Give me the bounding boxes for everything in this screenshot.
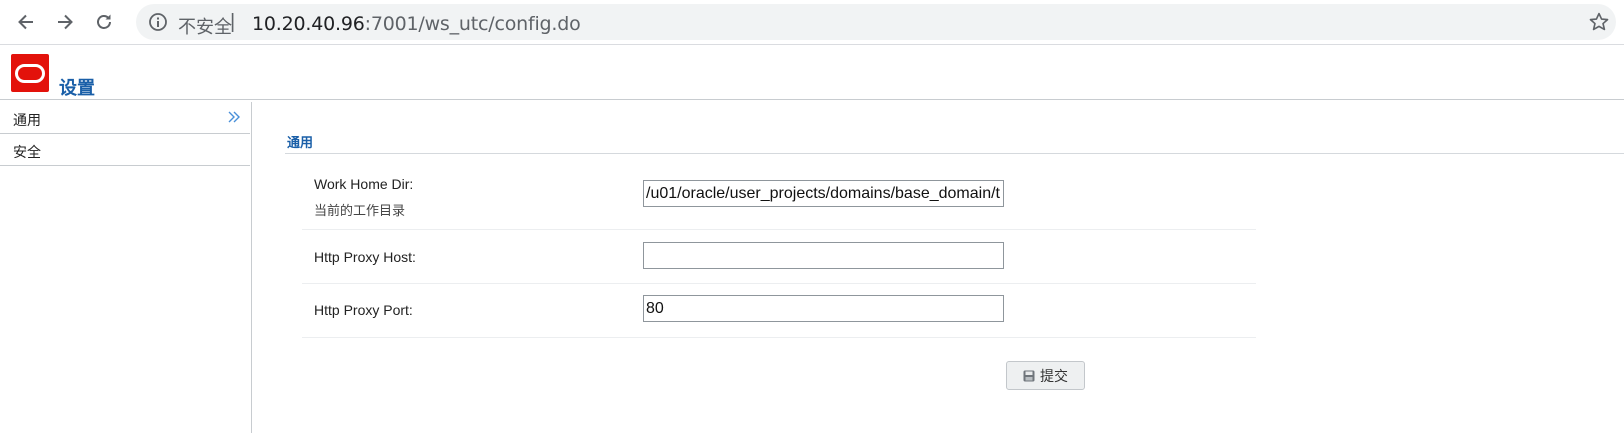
forward-arrow-icon xyxy=(58,14,73,30)
form-row-http-proxy-host: Http Proxy Host: xyxy=(302,231,1256,284)
http-proxy-port-label: Http Proxy Port: xyxy=(314,302,413,318)
double-chevron-right-icon xyxy=(228,111,240,123)
not-secure-label: 不安全 xyxy=(178,17,232,38)
url-text[interactable]: 10.20.40.96:7001/ws_utc/config.do xyxy=(252,13,581,35)
section-title: 通用 xyxy=(287,136,314,151)
info-icon[interactable] xyxy=(148,12,168,32)
submit-label: 提交 xyxy=(1040,368,1068,385)
back-arrow-icon xyxy=(18,14,33,30)
browser-toolbar: 不安全 | 10.20.40.96:7001/ws_utc/config.do xyxy=(0,0,1624,45)
url-path: :7001/ws_utc/config.do xyxy=(364,13,581,35)
reload-button[interactable] xyxy=(89,7,119,37)
form-row-work-home-dir: Work Home Dir: 当前的工作目录 xyxy=(302,167,1256,230)
submit-button[interactable]: 提交 xyxy=(1006,361,1085,390)
logo-ring-icon xyxy=(15,63,45,83)
url-separator: | xyxy=(230,11,236,33)
http-proxy-port-input[interactable] xyxy=(643,295,1004,322)
back-button[interactable] xyxy=(11,7,41,37)
oracle-logo xyxy=(11,54,49,92)
reload-icon xyxy=(97,14,111,29)
http-proxy-host-input[interactable] xyxy=(643,242,1004,269)
sidebar-item-label: 通用 xyxy=(13,113,41,129)
work-home-dir-sublabel: 当前的工作目录 xyxy=(314,204,406,219)
url-host: 10.20.40.96 xyxy=(252,13,365,35)
star-icon[interactable] xyxy=(1588,11,1610,33)
sidebar: 通用 安全 xyxy=(0,102,252,433)
save-icon xyxy=(1023,370,1035,381)
address-bar[interactable]: 不安全 | 10.20.40.96:7001/ws_utc/config.do xyxy=(136,4,1616,40)
main-content: 通用 Work Home Dir: 当前的工作目录 Http Proxy Hos… xyxy=(253,102,1624,433)
work-home-dir-input[interactable] xyxy=(643,180,1004,207)
sidebar-item-label: 安全 xyxy=(13,145,41,161)
sidebar-item-security[interactable]: 安全 xyxy=(0,134,250,166)
app-header: 设置 xyxy=(0,46,1624,100)
section-divider xyxy=(285,153,1624,154)
form-row-http-proxy-port: Http Proxy Port: xyxy=(302,285,1256,338)
forward-button[interactable] xyxy=(50,7,80,37)
sidebar-item-general[interactable]: 通用 xyxy=(0,102,250,134)
page-title: 设置 xyxy=(59,78,95,99)
work-home-dir-label: Work Home Dir: xyxy=(314,176,414,192)
http-proxy-host-label: Http Proxy Host: xyxy=(314,249,416,265)
